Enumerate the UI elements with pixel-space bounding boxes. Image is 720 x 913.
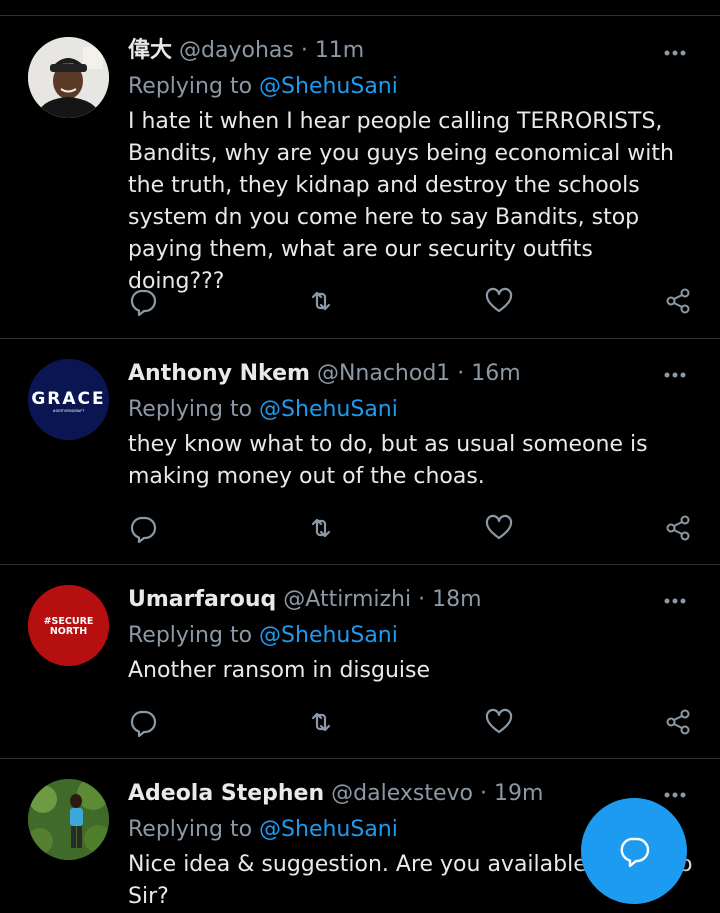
compose-reply-icon: [620, 837, 650, 868]
author-name[interactable]: Anthony Nkem: [128, 361, 310, 386]
avatar-logo: GRACE #GRITVERSKRAFT: [28, 359, 109, 440]
avatar-logo: #SECURE NORTH: [28, 585, 109, 666]
like-button[interactable]: [484, 513, 514, 543]
tweet-header: 偉大 @dayohas · 11m: [128, 36, 690, 66]
like-button[interactable]: [484, 707, 514, 737]
like-button[interactable]: [484, 286, 514, 316]
compose-reply-button[interactable]: [581, 798, 687, 904]
share-button[interactable]: [663, 286, 693, 316]
reply-button[interactable]: [128, 707, 158, 737]
tweet-time[interactable]: · 19m: [480, 781, 543, 806]
replying-mention-link[interactable]: @ShehuSani: [259, 74, 398, 99]
tweet-time[interactable]: · 18m: [418, 587, 481, 612]
avatar-photo: [28, 779, 109, 860]
tweet-header: Adeola Stephen @dalexstevo · 19m: [128, 779, 690, 809]
tweet-actions: [128, 707, 694, 737]
heart-icon: [485, 514, 513, 540]
tweet[interactable]: GRACE #GRITVERSKRAFT Anthony Nkem @Nnach…: [0, 339, 720, 565]
replying-label: Replying to: [128, 817, 253, 842]
author-name[interactable]: 偉大: [128, 38, 172, 63]
author-handle[interactable]: @Attirmizhi: [283, 587, 411, 612]
retweet-icon: [311, 712, 331, 732]
avatar[interactable]: #SECURE NORTH: [28, 585, 109, 666]
replying-label: Replying to: [128, 397, 253, 422]
heart-icon: [485, 287, 513, 313]
replying-to-line: Replying to @ShehuSani: [128, 72, 690, 102]
share-icon: [666, 709, 690, 735]
heart-icon: [485, 708, 513, 734]
tweet-text: they know what to do, but as usual someo…: [128, 432, 648, 489]
replying-mention-link[interactable]: @ShehuSani: [259, 623, 398, 648]
share-button[interactable]: [663, 707, 693, 737]
tweet-text: Another ransom in disguise: [128, 658, 431, 683]
author-handle[interactable]: @Nnachod1: [317, 361, 450, 386]
tweet-time[interactable]: · 11m: [301, 38, 364, 63]
retweet-icon: [311, 518, 331, 538]
tweet-time[interactable]: · 16m: [457, 361, 520, 386]
tweet-header: Anthony Nkem @Nnachod1 · 16m: [128, 359, 690, 389]
author-handle[interactable]: @dalexstevo: [331, 781, 473, 806]
tweet[interactable]: #SECURE NORTH Umarfarouq @Attirmizhi · 1…: [0, 565, 720, 759]
avatar-logo-subtext: #GRITVERSKRAFT: [53, 409, 85, 413]
reply-icon: [130, 289, 157, 316]
tweet-content: Umarfarouq @Attirmizhi · 18m Replying to…: [128, 585, 690, 687]
replying-label: Replying to: [128, 623, 253, 648]
reply-icon: [130, 516, 157, 543]
avatar[interactable]: [28, 779, 109, 860]
author-name[interactable]: Adeola Stephen: [128, 781, 324, 806]
retweet-icon: [311, 291, 331, 311]
reply-button[interactable]: [128, 286, 158, 316]
author-name[interactable]: Umarfarouq: [128, 587, 276, 612]
retweet-button[interactable]: [306, 513, 336, 543]
tweet-header: Umarfarouq @Attirmizhi · 18m: [128, 585, 690, 615]
tweet-actions: [128, 513, 694, 543]
tweet-actions: [128, 286, 694, 316]
avatar-logo-text-line2: NORTH: [50, 626, 87, 637]
tweet-content: 偉大 @dayohas · 11m Replying to @ShehuSani…: [128, 36, 690, 298]
avatar-logo-text: GRACE: [31, 389, 105, 409]
avatar-photo: [28, 37, 109, 118]
retweet-button[interactable]: [306, 707, 336, 737]
replying-mention-link[interactable]: @ShehuSani: [259, 817, 398, 842]
tweet-text-line1: Nice idea & suggestion. Are you availabl…: [128, 852, 587, 877]
reply-icon: [130, 710, 157, 737]
tweet-text: I hate it when I hear people calling TER…: [128, 109, 674, 294]
share-icon: [666, 288, 690, 314]
avatar[interactable]: [28, 37, 109, 118]
retweet-button[interactable]: [306, 286, 336, 316]
author-handle[interactable]: @dayohas: [179, 38, 294, 63]
share-icon: [666, 515, 690, 541]
replying-to-line: Replying to @ShehuSani: [128, 395, 690, 425]
replying-mention-link[interactable]: @ShehuSani: [259, 397, 398, 422]
replying-to-line: Replying to @ShehuSani: [128, 621, 690, 651]
tweet[interactable]: 偉大 @dayohas · 11m Replying to @ShehuSani…: [0, 16, 720, 339]
reply-button[interactable]: [128, 513, 158, 543]
avatar[interactable]: GRACE #GRITVERSKRAFT: [28, 359, 109, 440]
share-button[interactable]: [663, 513, 693, 543]
tweet-content: Anthony Nkem @Nnachod1 · 16m Replying to…: [128, 359, 690, 493]
replying-label: Replying to: [128, 74, 253, 99]
